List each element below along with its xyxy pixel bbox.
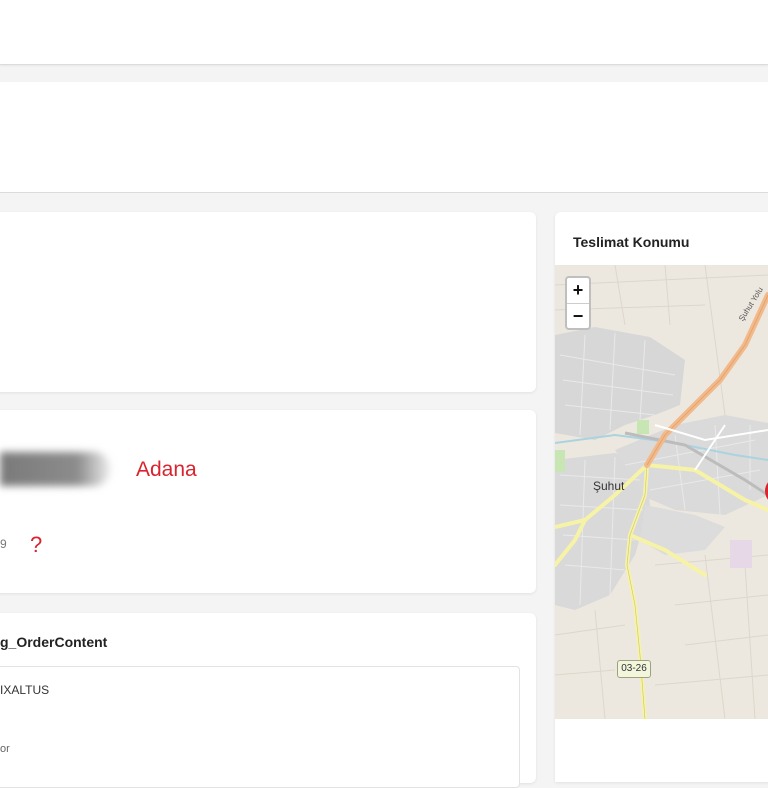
summary-card xyxy=(0,212,536,392)
map-tiles xyxy=(555,265,768,719)
redacted-customer-name xyxy=(0,452,110,486)
order-item-detail: or xyxy=(0,743,10,755)
order-item-name: IXALTUS xyxy=(0,683,50,697)
top-navigation-bar xyxy=(0,0,768,65)
order-item-box xyxy=(0,666,520,788)
customer-info-card xyxy=(0,410,536,593)
partial-phone-number: 9 xyxy=(0,537,7,551)
zoom-in-button[interactable]: + xyxy=(567,278,589,304)
unknown-value-marker: ? xyxy=(30,532,43,557)
map-place-label: Şuhut xyxy=(593,479,625,493)
page-header-banner xyxy=(0,82,768,193)
order-content-title: g_OrderContent xyxy=(0,634,108,650)
map-zoom-control: + − xyxy=(565,276,591,330)
customer-city: Adana xyxy=(136,458,197,481)
delivery-map[interactable] xyxy=(555,265,768,719)
road-number-badge: 03-26 xyxy=(617,660,651,678)
zoom-out-button[interactable]: − xyxy=(567,304,589,329)
delivery-location-title: Teslimat Konumu xyxy=(573,234,690,250)
